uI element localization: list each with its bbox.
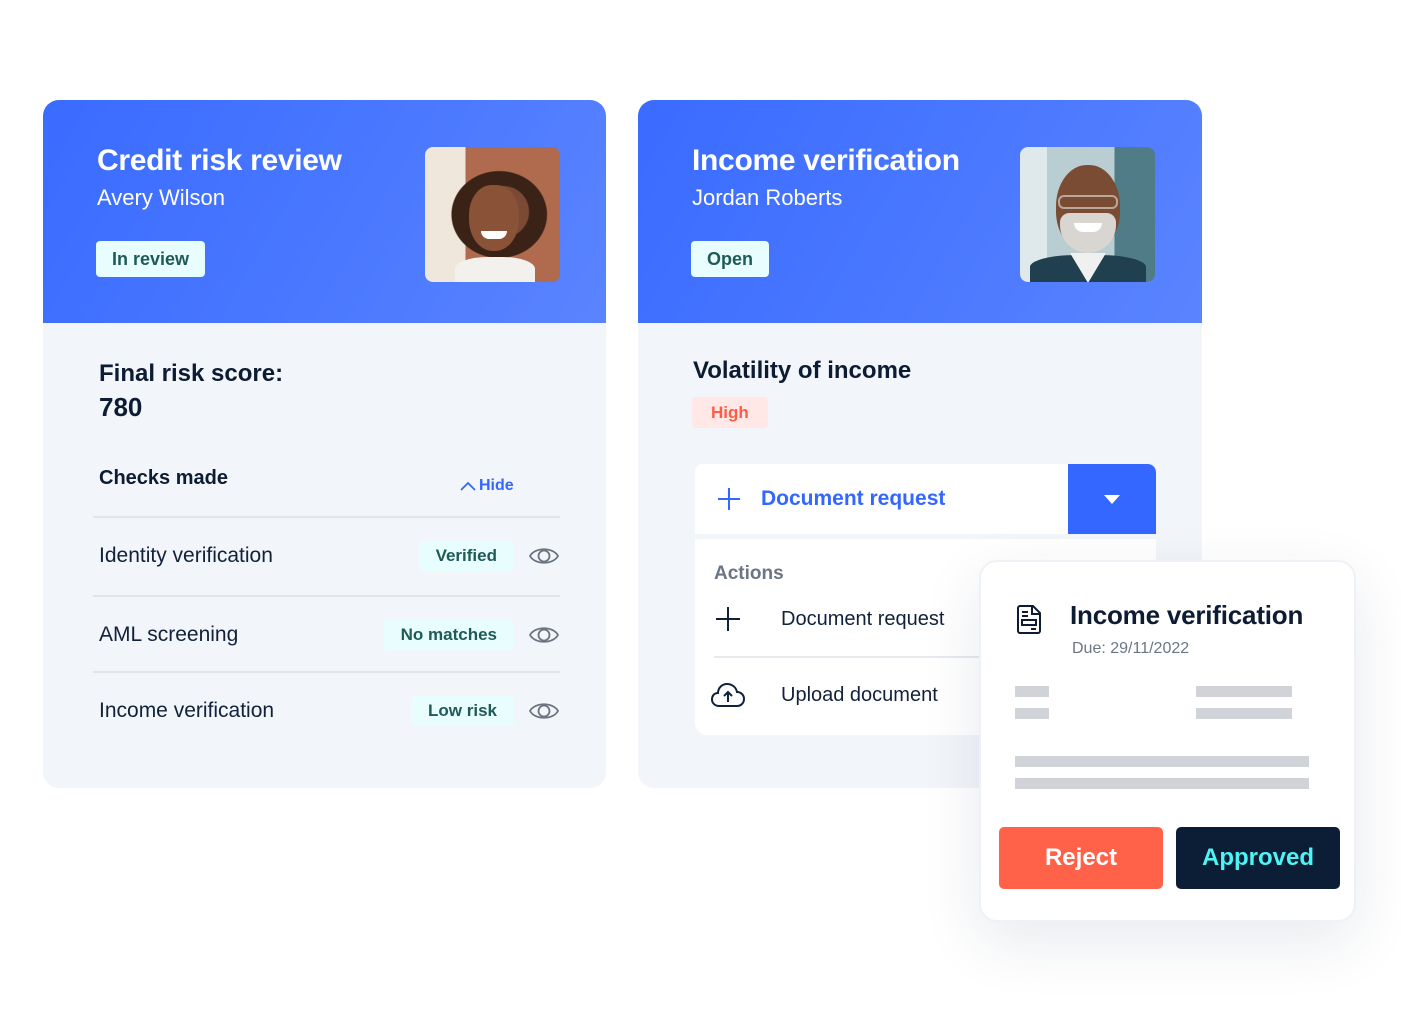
menu-item-label: Document request <box>781 607 945 630</box>
status-badge: Open <box>691 241 770 277</box>
eye-icon[interactable] <box>528 699 560 723</box>
document-request-label: Document request <box>761 487 946 510</box>
credit-risk-review-card: Credit risk review Avery Wilson In revie… <box>43 100 606 788</box>
check-label: AML screening <box>99 623 239 646</box>
card-header: Credit risk review Avery Wilson In revie… <box>43 100 606 323</box>
volatility-title: Volatility of income <box>693 357 912 384</box>
eye-icon[interactable] <box>528 544 560 568</box>
avatar-beard <box>1060 213 1116 253</box>
applicant-name: Jordan Roberts <box>692 185 843 210</box>
check-row: Income verification Low risk <box>99 691 560 731</box>
check-status-badge: Verified <box>418 541 514 571</box>
check-label: Income verification <box>99 699 275 722</box>
hide-label: Hide <box>479 477 514 494</box>
avatar <box>1020 147 1155 282</box>
check-row: Identity verification Verified <box>99 536 560 576</box>
final-risk-score-value: 780 <box>99 392 143 422</box>
placeholder-line <box>1196 686 1292 697</box>
hide-checks-button[interactable]: Hide <box>459 477 514 495</box>
card-title: Income verification <box>692 144 960 177</box>
document-request-button[interactable]: Document request <box>695 464 1068 534</box>
approve-button[interactable]: Approved <box>1176 827 1340 889</box>
volatility-level-badge: High <box>692 397 768 428</box>
avatar-shirt <box>455 257 535 282</box>
divider <box>93 516 560 518</box>
check-row: AML screening No matches <box>99 615 560 655</box>
plus-icon <box>718 488 740 510</box>
task-due-date: Due: 29/11/2022 <box>1072 640 1190 657</box>
avatar <box>425 147 560 282</box>
check-status-badge: Low risk <box>411 696 514 726</box>
status-badge: In review <box>96 241 206 277</box>
reject-button[interactable]: Reject <box>999 827 1163 889</box>
card-header: Income verification Jordan Roberts Open <box>638 100 1202 323</box>
applicant-name: Avery Wilson <box>97 185 225 210</box>
chevron-up-icon <box>460 481 476 491</box>
final-risk-score-label: Final risk score: <box>99 360 284 387</box>
avatar-glasses <box>1058 195 1118 209</box>
avatar-face <box>469 185 519 251</box>
placeholder-line <box>1015 686 1049 697</box>
placeholder-line <box>1015 756 1309 767</box>
divider <box>93 671 560 673</box>
eye-icon[interactable] <box>528 623 560 647</box>
actions-heading: Actions <box>714 563 784 584</box>
placeholder-line <box>1015 708 1049 719</box>
menu-item-label: Upload document <box>781 683 938 706</box>
check-status-badge: No matches <box>383 620 514 650</box>
document-icon <box>1017 605 1041 634</box>
placeholder-line <box>1196 708 1292 719</box>
check-label: Identity verification <box>99 544 273 567</box>
dropdown-toggle-button[interactable] <box>1068 464 1156 534</box>
avatar-smile <box>481 231 507 239</box>
divider <box>93 595 560 597</box>
placeholder-line <box>1015 778 1309 789</box>
document-request-split-button: Document request <box>695 464 1156 534</box>
caret-down-icon <box>1104 494 1120 504</box>
task-title: Income verification <box>1070 600 1304 630</box>
plus-icon <box>711 602 745 636</box>
checks-made-heading: Checks made <box>99 467 228 489</box>
card-title: Credit risk review <box>97 144 342 177</box>
cloud-upload-icon <box>711 678 745 712</box>
income-verification-task-card: Income verification Due: 29/11/2022 Reje… <box>979 560 1356 922</box>
